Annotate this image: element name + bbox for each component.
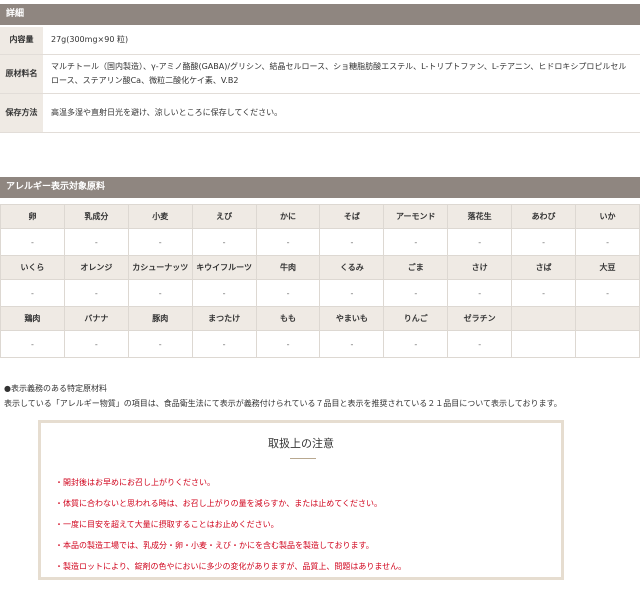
allergen-empty-cell bbox=[575, 306, 640, 331]
allergen-table: 卵乳成分 小麦 えび かに そば アーモンド 落花生 あわび いか - - - - - - - - - - いくら オレ… bbox=[0, 204, 640, 358]
allergen-name: やまいも bbox=[319, 306, 385, 331]
allergen-mark: - bbox=[575, 228, 640, 256]
allergen-mark-row: -------- bbox=[0, 330, 640, 358]
allergen-mark-row: ---------- bbox=[0, 279, 640, 307]
allergen-name: もも bbox=[255, 306, 321, 331]
allergen-mark: - bbox=[511, 228, 577, 256]
caution-item: ・開封後はお早めにお召し上がりください。 bbox=[55, 478, 215, 487]
allergen-mark: - bbox=[127, 279, 193, 307]
details-row-storage: 保存方法 高温多湿や直射日光を避け、涼しいところに保存してください。 bbox=[0, 93, 640, 133]
allergen-mark: - bbox=[511, 279, 577, 307]
allergen-name: くるみ bbox=[319, 255, 385, 280]
allergen-name: カシューナッツ bbox=[127, 255, 193, 280]
allergen-name: バナナ bbox=[63, 306, 129, 331]
allergen-name-row: 卵乳成分 小麦 えび かに そば アーモンド 落花生 あわび いか bbox=[0, 204, 640, 229]
allergen-name: 乳成分 bbox=[63, 204, 129, 229]
allergen-mark: - bbox=[191, 330, 257, 358]
allergen-mark: - bbox=[63, 279, 129, 307]
allergen-mark: - bbox=[255, 330, 321, 358]
allergen-mark: - bbox=[319, 279, 385, 307]
allergen-name: 大豆 bbox=[575, 255, 640, 280]
details-header: 詳細 bbox=[0, 4, 640, 25]
allergen-name: オレンジ bbox=[63, 255, 129, 280]
allergen-mark: - bbox=[319, 228, 385, 256]
allergen-mark: - bbox=[0, 228, 65, 256]
allergen-name: りんご bbox=[383, 306, 449, 331]
allergen-name: さば bbox=[511, 255, 577, 280]
allergen-mark: - bbox=[0, 279, 65, 307]
allergen-mark: - bbox=[127, 228, 193, 256]
caution-box: 取扱上の注意 ・開封後はお早めにお召し上がりください。 ・体質に合わないと思われ… bbox=[38, 420, 564, 580]
allergen-name: あわび bbox=[511, 204, 577, 229]
allergen-mark: - bbox=[447, 330, 513, 358]
allergen-mark: - bbox=[127, 330, 193, 358]
allergen-empty-cell bbox=[511, 330, 577, 358]
caution-item: ・体質に合わないと思われる時は、お召し上がりの量を減らすか、または止めてください… bbox=[55, 499, 383, 508]
allergen-mark: - bbox=[0, 330, 65, 358]
allergen-name: 牛肉 bbox=[255, 255, 321, 280]
allergen-name: キウイフルーツ bbox=[191, 255, 257, 280]
allergen-mark: - bbox=[255, 228, 321, 256]
allergen-mark: - bbox=[255, 279, 321, 307]
content-label: 内容量 bbox=[0, 27, 43, 55]
caution-list: ・開封後はお早めにお召し上がりください。 ・体質に合わないと思われる時は、お召し… bbox=[55, 475, 555, 580]
allergen-name: いくら bbox=[0, 255, 65, 280]
allergen-name: かに bbox=[255, 204, 321, 229]
caution-title: 取扱上の注意 bbox=[268, 437, 334, 450]
caution-divider bbox=[290, 458, 316, 459]
allergen-mark: - bbox=[383, 228, 449, 256]
allergen-name: えび bbox=[191, 204, 257, 229]
allergen-name: さけ bbox=[447, 255, 513, 280]
allergen-mark: - bbox=[319, 330, 385, 358]
details-row-content: 内容量 27g(300mg×90 粒) bbox=[0, 27, 640, 55]
allergen-name: 卵 bbox=[0, 204, 65, 229]
storage-value: 高温多湿や直射日光を避け、涼しいところに保存してください。 bbox=[43, 93, 640, 133]
allergen-mark: - bbox=[63, 330, 129, 358]
allergen-name-row: いくら オレンジ カシューナッツ キウイフルーツ 牛肉 くるみ ごま さけ さば 大豆 bbox=[0, 255, 640, 280]
allergen-mark: - bbox=[447, 279, 513, 307]
details-table: 内容量 27g(300mg×90 粒) 原材料名 マルチトール（国内製造）、γ-… bbox=[0, 27, 640, 133]
allergen-mark: - bbox=[63, 228, 129, 256]
allergen-name: いか bbox=[575, 204, 640, 229]
allergen-name: ゼラチン bbox=[447, 306, 513, 331]
allergen-mark-row: ---------- bbox=[0, 228, 640, 256]
allergen-name: 落花生 bbox=[447, 204, 513, 229]
note-title: ●表示義務のある特定原材料 bbox=[4, 384, 107, 393]
allergen-header: アレルギー表示対象原料 bbox=[0, 177, 640, 198]
storage-label: 保存方法 bbox=[0, 93, 43, 133]
allergen-empty-cell bbox=[575, 330, 640, 358]
allergen-empty-cell bbox=[511, 306, 577, 331]
allergen-name: 豚肉 bbox=[127, 306, 193, 331]
caution-item: ・一度に目安を超えて大量に摂取することはお止めください。 bbox=[55, 520, 279, 529]
note-text: 表示している「アレルギー物質」の項目は、食品衛生法にて表示が義務付けられている７… bbox=[4, 399, 562, 408]
allergen-mark: - bbox=[191, 279, 257, 307]
allergen-mark: - bbox=[575, 279, 640, 307]
caution-item: ・本品の製造工場では、乳成分・卵・小麦・えび・かにを含む製品を製造しております。 bbox=[55, 541, 374, 550]
content-value: 27g(300mg×90 粒) bbox=[43, 27, 640, 55]
caution-item: ・製造ロットにより、錠剤の色やにおいに多少の変化がありますが、品質上、問題はあり… bbox=[55, 562, 407, 571]
details-row-ingredients: 原材料名 マルチトール（国内製造）、γ-アミノ酪酸(GABA)/グリシン、結晶セ… bbox=[0, 54, 640, 94]
allergen-name-row: 鶏肉 バナナ 豚肉 まつたけ もも やまいも りんご ゼラチン bbox=[0, 306, 640, 331]
allergen-mark: - bbox=[383, 279, 449, 307]
allergen-mark: - bbox=[447, 228, 513, 256]
allergen-name: 小麦 bbox=[127, 204, 193, 229]
allergen-name: まつたけ bbox=[191, 306, 257, 331]
allergen-mark: - bbox=[191, 228, 257, 256]
ingredients-label: 原材料名 bbox=[0, 54, 43, 94]
allergen-name: ごま bbox=[383, 255, 449, 280]
ingredients-value: マルチトール（国内製造）、γ-アミノ酪酸(GABA)/グリシン、結晶セルロース、… bbox=[43, 54, 640, 94]
allergen-name: 鶏肉 bbox=[0, 306, 65, 331]
allergen-mark: - bbox=[383, 330, 449, 358]
allergen-name: アーモンド bbox=[383, 204, 449, 229]
allergen-name: そば bbox=[319, 204, 385, 229]
